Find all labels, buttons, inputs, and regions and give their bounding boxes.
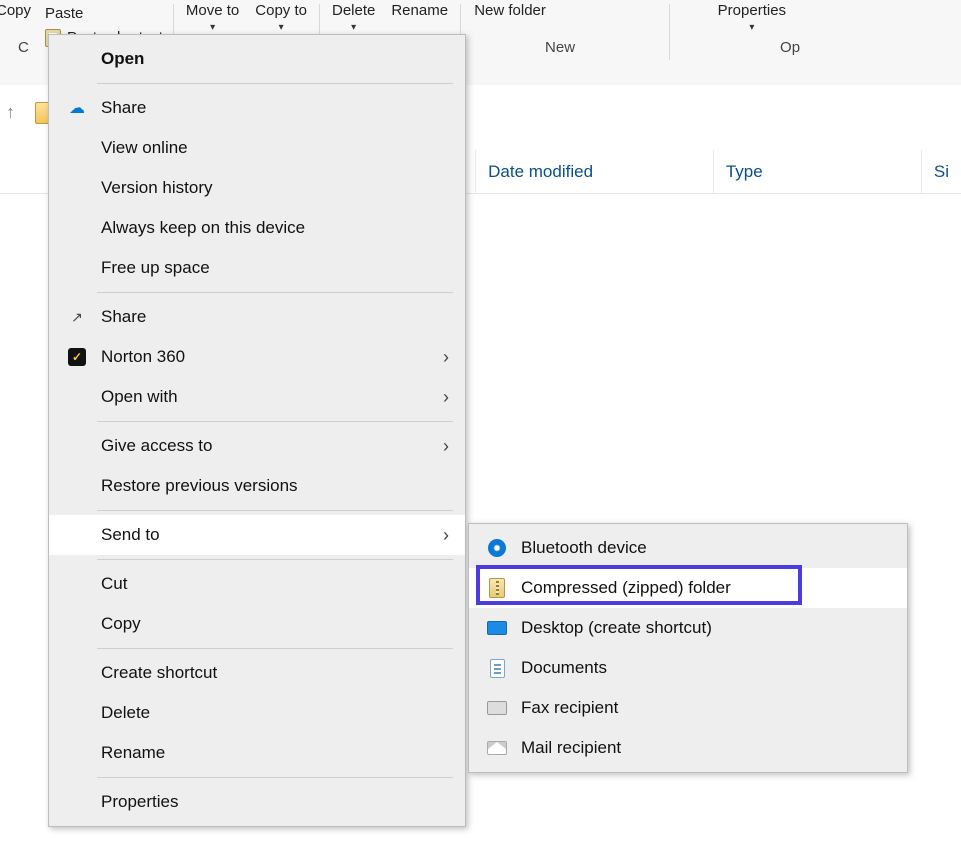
submenu-documents[interactable]: Documents — [469, 648, 907, 688]
submenu-compressed-label: Compressed (zipped) folder — [521, 578, 893, 598]
menu-delete-label: Delete — [101, 703, 451, 723]
menu-create-shortcut[interactable]: Create shortcut — [49, 653, 465, 693]
menu-always-keep[interactable]: Always keep on this device — [49, 208, 465, 248]
menu-share[interactable]: ↗ Share — [49, 297, 465, 337]
chevron-right-icon: › — [443, 437, 449, 455]
menu-version-history[interactable]: Version history — [49, 168, 465, 208]
cloud-icon: ☁ — [69, 98, 85, 118]
menu-open-with[interactable]: Open with › — [49, 377, 465, 417]
submenu-desktop[interactable]: Desktop (create shortcut) — [469, 608, 907, 648]
menu-open-with-label: Open with — [101, 387, 451, 407]
menu-rename[interactable]: Rename — [49, 733, 465, 773]
submenu-bluetooth-label: Bluetooth device — [521, 538, 893, 558]
up-arrow-icon[interactable]: ↑ — [6, 102, 15, 123]
ribbon-new-folder-label: New folder — [474, 2, 546, 20]
menu-open-label: Open — [101, 49, 451, 69]
menu-view-online[interactable]: View online — [49, 128, 465, 168]
norton-icon — [68, 348, 86, 366]
menu-norton-label: Norton 360 — [101, 347, 451, 367]
menu-send-to[interactable]: Send to › — [49, 515, 465, 555]
document-icon — [490, 659, 505, 678]
menu-always-keep-label: Always keep on this device — [101, 218, 451, 238]
menu-cut-label: Cut — [101, 574, 451, 594]
menu-restore-previous[interactable]: Restore previous versions — [49, 466, 465, 506]
menu-copy-label: Copy — [101, 614, 451, 634]
menu-rename-label: Rename — [101, 743, 451, 763]
menu-cut[interactable]: Cut — [49, 564, 465, 604]
menu-share-cloud[interactable]: ☁ Share — [49, 88, 465, 128]
ribbon-copy-label: Copy — [0, 2, 31, 20]
context-menu: Open ☁ Share View online Version history… — [48, 34, 466, 827]
menu-separator — [97, 292, 453, 293]
submenu-compressed[interactable]: Compressed (zipped) folder — [469, 568, 907, 608]
ribbon-separator — [669, 4, 670, 60]
submenu-mail-label: Mail recipient — [521, 738, 893, 758]
ribbon-move-to-label: Move to — [186, 2, 239, 20]
menu-separator — [97, 421, 453, 422]
menu-share-cloud-label: Share — [101, 98, 451, 118]
fax-icon — [487, 701, 507, 715]
col-header-type[interactable]: Type — [713, 150, 921, 193]
share-icon: ↗ — [71, 309, 83, 326]
submenu-fax-label: Fax recipient — [521, 698, 893, 718]
submenu-documents-label: Documents — [521, 658, 893, 678]
ribbon-group-new: New — [545, 39, 575, 56]
menu-give-access-to[interactable]: Give access to › — [49, 426, 465, 466]
menu-view-online-label: View online — [101, 138, 451, 158]
zip-folder-icon — [489, 578, 505, 598]
ribbon-new-folder[interactable]: New folder — [465, 2, 555, 60]
menu-send-to-label: Send to — [101, 525, 451, 545]
send-to-submenu: ⁕ Bluetooth device Compressed (zipped) f… — [468, 523, 908, 773]
ribbon-group-clipboard: C — [18, 39, 29, 56]
dropdown-caret-icon: ▾ — [279, 22, 284, 34]
menu-give-access-label: Give access to — [101, 436, 451, 456]
dropdown-caret-icon: ▾ — [210, 22, 215, 34]
col-header-size[interactable]: Si — [921, 150, 961, 193]
menu-free-up-space[interactable]: Free up space — [49, 248, 465, 288]
col-header-date-label: Date modified — [488, 162, 593, 182]
desktop-icon — [487, 621, 507, 635]
menu-share-label: Share — [101, 307, 451, 327]
menu-delete[interactable]: Delete — [49, 693, 465, 733]
dropdown-caret-icon: ▾ — [351, 22, 356, 34]
menu-properties-label: Properties — [101, 792, 451, 812]
dropdown-caret-icon: ▾ — [749, 22, 754, 34]
menu-norton[interactable]: Norton 360 › — [49, 337, 465, 377]
bluetooth-icon: ⁕ — [488, 539, 506, 557]
ribbon-rename-label: Rename — [391, 2, 448, 20]
menu-version-history-label: Version history — [101, 178, 451, 198]
menu-separator — [97, 777, 453, 778]
submenu-bluetooth[interactable]: ⁕ Bluetooth device — [469, 528, 907, 568]
menu-separator — [97, 648, 453, 649]
menu-separator — [97, 559, 453, 560]
chevron-right-icon: › — [443, 348, 449, 366]
col-header-date-modified[interactable]: Date modified — [475, 150, 713, 193]
submenu-mail[interactable]: Mail recipient — [469, 728, 907, 768]
mail-icon — [487, 741, 507, 755]
col-header-type-label: Type — [726, 162, 763, 182]
menu-open[interactable]: Open — [49, 39, 465, 79]
ribbon-properties-label: Properties — [718, 2, 786, 20]
menu-create-shortcut-label: Create shortcut — [101, 663, 451, 683]
menu-properties[interactable]: Properties — [49, 782, 465, 822]
menu-free-up-label: Free up space — [101, 258, 451, 278]
col-header-size-label: Si — [934, 162, 949, 182]
chevron-right-icon: › — [443, 388, 449, 406]
menu-restore-previous-label: Restore previous versions — [101, 476, 451, 496]
chevron-right-icon: › — [443, 526, 449, 544]
menu-separator — [97, 510, 453, 511]
submenu-fax[interactable]: Fax recipient — [469, 688, 907, 728]
ribbon-copy-to-label: Copy to — [255, 2, 307, 20]
menu-copy[interactable]: Copy — [49, 604, 465, 644]
menu-separator — [97, 83, 453, 84]
ribbon-paste[interactable]: Paste — [39, 2, 169, 26]
ribbon-group-open-prefix: Op — [780, 39, 800, 56]
submenu-desktop-label: Desktop (create shortcut) — [521, 618, 893, 638]
ribbon-delete-label: Delete — [332, 2, 375, 20]
ribbon-paste-label: Paste — [45, 5, 83, 23]
